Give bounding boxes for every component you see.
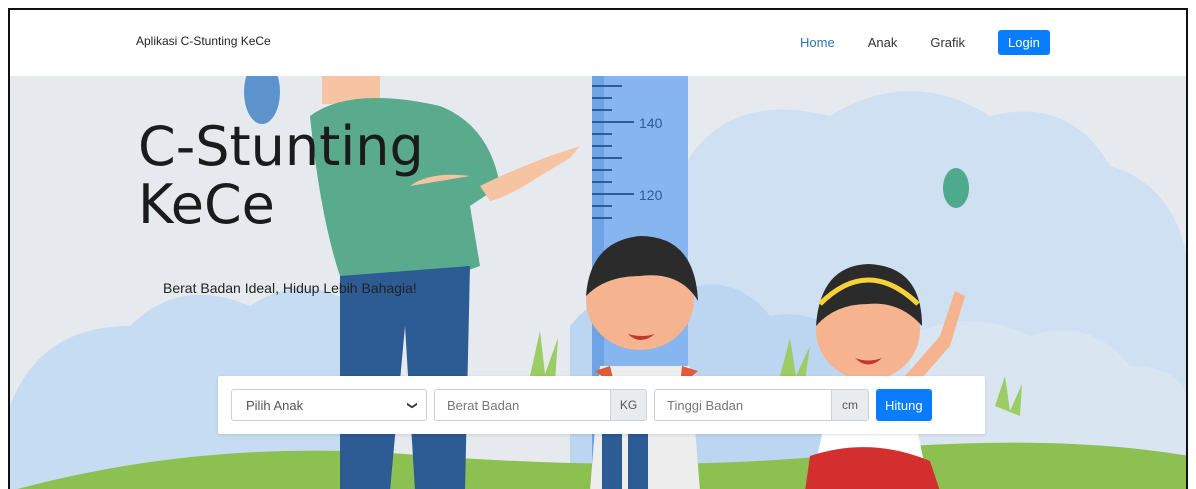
- height-input[interactable]: Tinggi Badan: [654, 389, 831, 421]
- weight-input-group: Berat Badan KG: [434, 389, 647, 421]
- calculate-button[interactable]: Hitung: [876, 389, 932, 421]
- child-select[interactable]: Pilih Anak ❯: [231, 389, 427, 421]
- calculator-form: Pilih Anak ❯ Berat Badan KG Tinggi Badan…: [218, 376, 985, 434]
- hero-section: 140 120 C-Stunting KeCe Berat Badan Idea…: [10, 76, 1186, 489]
- nav-links: Home Anak Grafik Login: [800, 30, 1050, 55]
- hero-title: C-Stunting KeCe: [138, 118, 498, 234]
- ruler-label-140: 140: [639, 115, 663, 131]
- height-input-group: Tinggi Badan cm: [654, 389, 869, 421]
- hero-title-line-1: C-Stunting: [138, 115, 424, 178]
- navbar: Aplikasi C-Stunting KeCe Home Anak Grafi…: [10, 10, 1186, 76]
- hero-title-line-2: KeCe: [138, 173, 275, 236]
- brand-link[interactable]: Aplikasi C-Stunting KeCe: [136, 34, 271, 48]
- height-unit-addon: cm: [831, 389, 869, 421]
- browser-viewport: Aplikasi C-Stunting KeCe Home Anak Grafi…: [8, 8, 1188, 489]
- hero-subtitle: Berat Badan Ideal, Hidup Lebih Bahagia!: [163, 280, 417, 296]
- login-button[interactable]: Login: [998, 30, 1050, 55]
- nav-anak[interactable]: Anak: [868, 35, 898, 50]
- ruler-label-120: 120: [639, 187, 663, 203]
- leaf-shape: [943, 168, 969, 208]
- nav-home[interactable]: Home: [800, 35, 835, 50]
- child-select-value: Pilih Anak: [246, 397, 304, 413]
- nav-grafik[interactable]: Grafik: [930, 35, 965, 50]
- weight-unit-addon: KG: [610, 389, 647, 421]
- weight-input[interactable]: Berat Badan: [434, 389, 610, 421]
- chevron-down-icon: ❯: [406, 400, 418, 410]
